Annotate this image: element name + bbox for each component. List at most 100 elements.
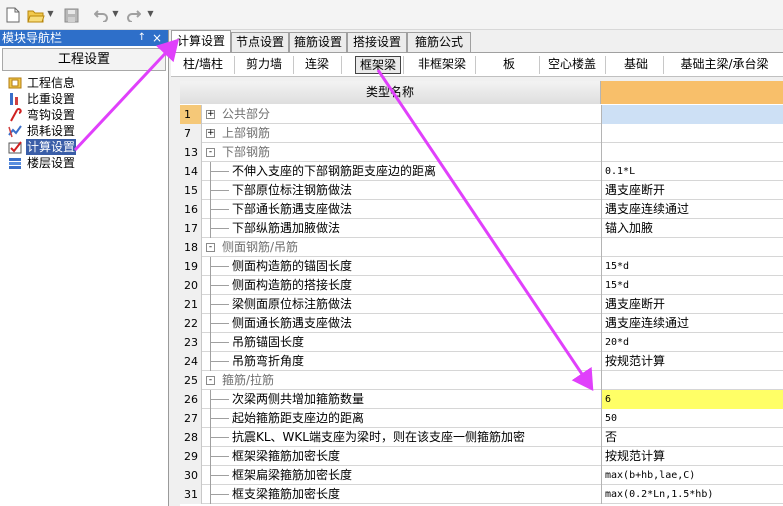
weight-settings-icon — [6, 91, 23, 107]
setting-value-cell[interactable]: 6 — [601, 390, 783, 409]
subtab-8[interactable]: 基础主梁/承台梁 — [667, 56, 782, 74]
row-number: 25 — [180, 371, 202, 390]
setting-value-cell[interactable]: 否 — [601, 428, 783, 447]
setting-value-cell[interactable]: 15*d — [601, 257, 783, 276]
table-row[interactable]: 22 侧面通长筋遇支座做法 遇支座连续通过 — [180, 314, 783, 333]
redo-icon[interactable] — [124, 5, 142, 25]
setting-value-cell[interactable]: 按规范计算 — [601, 447, 783, 466]
table-row[interactable]: 7 + 上部钢筋 — [180, 124, 783, 143]
subtab-4[interactable]: 非框架梁 — [411, 56, 473, 74]
nav-item-4[interactable]: 计算设置 — [6, 139, 77, 155]
table-row[interactable]: 17 下部纵筋遇加腋做法 锚入加腋 — [180, 219, 783, 238]
subtab-separator — [663, 56, 664, 74]
subtab-7[interactable]: 基础 — [611, 56, 661, 74]
setting-value-cell[interactable]: 20*d — [601, 333, 783, 352]
row-name-cell: 框架扁梁箍筋加密长度 — [202, 466, 601, 485]
module-nav-panel: 模块导航栏 ↑ × 工程设置 工程信息 比重设置 弯钩设置 损耗设置 计算设置 楼层设置 — [0, 30, 169, 506]
table-row[interactable]: 25- 箍筋/拉筋 — [180, 371, 783, 390]
tab-1[interactable]: 节点设置 — [231, 32, 289, 52]
setting-label: 起始箍筋距支座边的距离 — [232, 411, 365, 425]
row-number: 26 — [180, 390, 202, 409]
collapse-icon[interactable]: - — [206, 148, 215, 157]
table-row[interactable]: 20 侧面构造筋的搭接长度 15*d — [180, 276, 783, 295]
group-label: 侧面钢筋/吊筋 — [222, 240, 299, 254]
nav-item-1[interactable]: 比重设置 — [6, 91, 76, 107]
close-icon[interactable]: × — [152, 30, 162, 46]
new-file-icon[interactable] — [4, 5, 22, 25]
open-dropdown-arrow[interactable]: ▼ — [47, 7, 54, 21]
table-row[interactable]: 15 下部原位标注钢筋做法 遇支座断开 — [180, 181, 783, 200]
pin-icon[interactable]: ↑ — [138, 30, 146, 46]
table-row[interactable]: 27 起始箍筋距支座边的距离 50 — [180, 409, 783, 428]
setting-label: 框架梁箍筋加密长度 — [232, 449, 341, 463]
nav-item-2[interactable]: 弯钩设置 — [6, 107, 76, 123]
tree-branch — [211, 494, 229, 495]
row-number: 15 — [180, 181, 202, 200]
setting-label: 抗震KL、WKL端支座为梁时，则在该支座一侧箍筋加密 — [232, 430, 525, 444]
nav-section-header[interactable]: 工程设置 — [2, 48, 166, 71]
table-row[interactable]: 31 框支梁箍筋加密长度 max(0.2*Ln,1.5*hb) — [180, 485, 783, 504]
table-row[interactable]: 29 框架梁箍筋加密长度 按规范计算 — [180, 447, 783, 466]
undo-icon[interactable] — [92, 5, 110, 25]
setting-value-cell[interactable]: 遇支座连续通过 — [601, 200, 783, 219]
row-number: 24 — [180, 352, 202, 371]
setting-value-cell[interactable]: 按规范计算 — [601, 352, 783, 371]
nav-item-0[interactable]: 工程信息 — [6, 75, 76, 91]
undo-dropdown-arrow[interactable]: ▼ — [112, 7, 119, 21]
table-row[interactable]: 19 侧面构造筋的锚固长度 15*d — [180, 257, 783, 276]
table-row[interactable]: 26 次梁两侧共增加箍筋数量 6 — [180, 390, 783, 409]
tab-4[interactable]: 箍筋公式 — [407, 32, 471, 52]
setting-value-cell[interactable]: max(b+hb,lae,C) — [601, 466, 783, 485]
table-row[interactable]: 21 梁侧面原位标注筋做法 遇支座断开 — [180, 295, 783, 314]
table-row[interactable]: 23 吊筋锚固长度 20*d — [180, 333, 783, 352]
table-row[interactable]: 28 抗震KL、WKL端支座为梁时，则在该支座一侧箍筋加密 否 — [180, 428, 783, 447]
table-row[interactable]: 30 框架扁梁箍筋加密长度 max(b+hb,lae,C) — [180, 466, 783, 485]
setting-label: 梁侧面原位标注筋做法 — [232, 297, 353, 311]
subtab-0[interactable]: 柱/墙柱 — [174, 56, 232, 74]
subtab-1[interactable]: 剪力墙 — [237, 56, 291, 74]
table-row[interactable]: 18- 侧面钢筋/吊筋 — [180, 238, 783, 257]
table-row[interactable]: 14 不伸入支座的下部钢筋距支座边的距离 0.1*L — [180, 162, 783, 181]
group-label: 下部钢筋 — [222, 145, 271, 159]
setting-value-cell[interactable]: 15*d — [601, 276, 783, 295]
tab-0[interactable]: 计算设置 — [171, 30, 231, 52]
setting-value-cell[interactable]: 锚入加腋 — [601, 219, 783, 238]
setting-value-cell — [601, 105, 783, 124]
tab-3[interactable]: 搭接设置 — [347, 32, 407, 52]
table-row[interactable]: 24 吊筋弯折角度 按规范计算 — [180, 352, 783, 371]
expand-icon[interactable]: + — [206, 110, 215, 119]
row-name-cell: 吊筋弯折角度 — [202, 352, 601, 371]
nav-title-bar: 模块导航栏 ↑ × — [0, 30, 168, 46]
component-subtabs: 柱/墙柱 剪力墙 连梁 框架梁 非框架梁板空心楼盖 基础 基础主梁/承台梁 — [171, 52, 783, 77]
row-name-cell: 梁侧面原位标注筋做法 — [202, 295, 601, 314]
expand-icon[interactable]: + — [206, 129, 215, 138]
row-name-cell: + 公共部分 — [202, 105, 601, 124]
nav-item-5[interactable]: 楼层设置 — [6, 155, 76, 171]
setting-value-cell[interactable]: 遇支座连续通过 — [601, 314, 783, 333]
collapse-icon[interactable]: - — [206, 376, 215, 385]
subtab-5[interactable]: 板 — [481, 56, 537, 74]
more-icon[interactable]: ▼ — [147, 7, 154, 21]
save-icon[interactable] — [62, 5, 80, 25]
setting-value-cell[interactable]: max(0.2*Ln,1.5*hb) — [601, 485, 783, 504]
table-row[interactable]: 16 下部通长筋遇支座做法 遇支座连续通过 — [180, 200, 783, 219]
subtab-2[interactable]: 连梁 — [295, 56, 339, 74]
table-row[interactable]: 13- 下部钢筋 — [180, 143, 783, 162]
nav-item-3[interactable]: 损耗设置 — [6, 123, 76, 139]
tab-2[interactable]: 箍筋设置 — [289, 32, 347, 52]
tree-branch — [211, 342, 229, 343]
group-label: 箍筋/拉筋 — [222, 373, 275, 387]
setting-value-cell[interactable]: 遇支座断开 — [601, 181, 783, 200]
subtab-6[interactable]: 空心楼盖 — [541, 56, 603, 74]
open-folder-icon[interactable] — [26, 5, 46, 25]
collapse-icon[interactable]: - — [206, 243, 215, 252]
table-row[interactable]: 1 + 公共部分 — [180, 105, 783, 124]
tree-branch — [211, 285, 229, 286]
nav-item-label: 工程信息 — [27, 76, 76, 90]
row-name-cell: - 侧面钢筋/吊筋 — [202, 238, 601, 257]
loss-settings-icon — [6, 123, 23, 139]
setting-value-cell[interactable]: 遇支座断开 — [601, 295, 783, 314]
subtab-3[interactable]: 框架梁 — [355, 56, 401, 74]
setting-value-cell[interactable]: 50 — [601, 409, 783, 428]
setting-value-cell[interactable]: 0.1*L — [601, 162, 783, 181]
